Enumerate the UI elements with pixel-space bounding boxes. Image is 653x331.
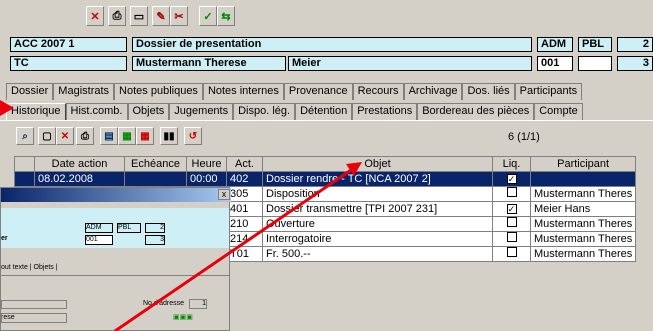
annotation-arrow-left bbox=[0, 100, 14, 116]
annotation-arrow-line bbox=[114, 166, 355, 331]
annotation-arrow-head bbox=[346, 162, 362, 176]
annotation-overlay bbox=[0, 100, 362, 331]
